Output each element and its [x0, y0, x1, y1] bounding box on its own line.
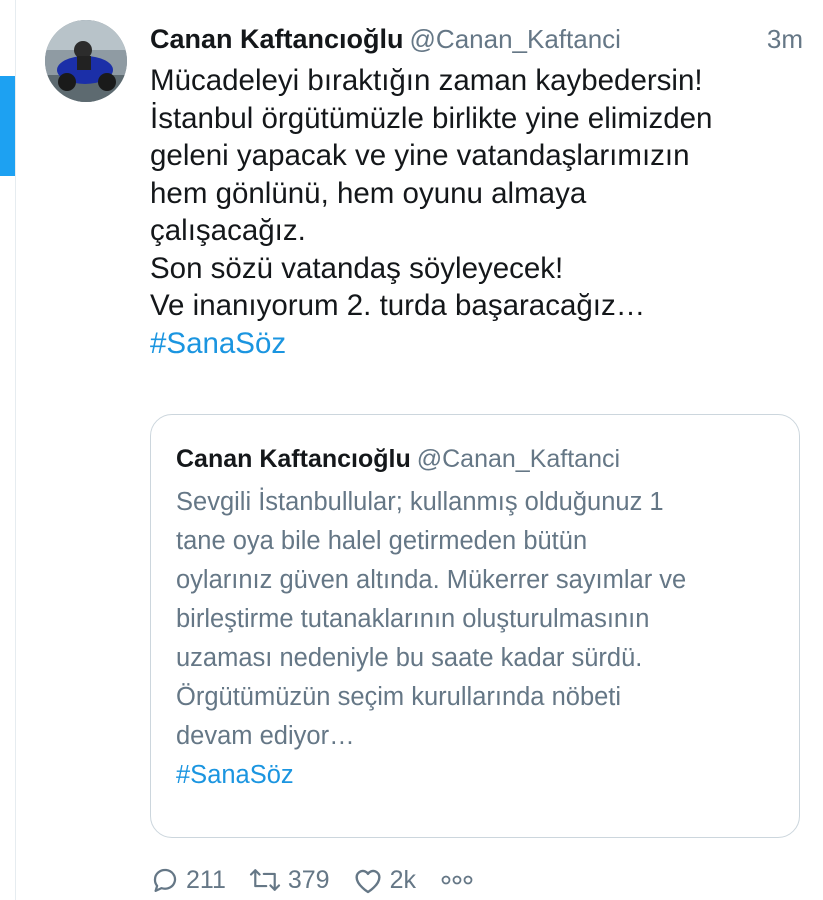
- quoted-line: oylarınız güven altında. Mükerrer sayıml…: [176, 566, 687, 594]
- reply-icon: [153, 868, 177, 892]
- more-options-button[interactable]: [440, 873, 474, 887]
- timeline-accent-bar: [0, 76, 15, 176]
- tweet-header: Canan Kaftancıoğlu @Canan_Kaftanci 3m: [150, 24, 803, 60]
- tweet-line: hem gönlünü, hem oyunu almaya: [150, 176, 587, 210]
- quoted-tweet-body: Sevgili İstanbullular; kullanmış olduğun…: [176, 483, 786, 795]
- tweet-line: Son sözü vatandaş söyleyecek!: [150, 251, 564, 285]
- quoted-line: uzaması nedeniyle bu saate kadar sürdü.: [176, 644, 643, 672]
- tweet-line: çalışacağız.: [150, 214, 306, 247]
- retweet-icon: [249, 869, 280, 891]
- tweet-hashtag-link[interactable]: #SanaSöz: [150, 325, 810, 363]
- tweet-line: Ve inanıyorum 2. turda başaracağız…: [150, 289, 646, 322]
- quoted-line: birleştirme tutanaklarının oluşturulması…: [176, 605, 650, 633]
- reply-button[interactable]: 211: [150, 865, 226, 895]
- quoted-line: Sevgili İstanbullular; kullanmış olduğun…: [176, 488, 664, 516]
- reply-count: 211: [186, 865, 226, 894]
- more-icon: [441, 875, 473, 885]
- like-count: 2k: [389, 865, 416, 894]
- quoted-line: tane oya bile halel getirmeden bütün: [176, 527, 588, 555]
- retweet-count: 379: [287, 865, 330, 894]
- tweet-body: Mücadeleyi bıraktığın zaman kaybedersin!…: [150, 62, 810, 362]
- tweet-line: İstanbul örgütümüzle birlikte yine elimi…: [150, 101, 713, 135]
- quoted-line: devam ediyor…: [176, 722, 355, 750]
- quoted-author-handle: @Canan_Kaftanci: [416, 445, 621, 473]
- timeline-divider: [15, 0, 16, 900]
- retweet-button[interactable]: 379: [248, 865, 330, 895]
- quoted-tweet-card[interactable]: Canan Kaftancıoğlu @Canan_Kaftanci Sevgil…: [150, 414, 800, 838]
- author-handle[interactable]: @Canan_Kaftanci: [410, 24, 621, 54]
- quoted-author-name: Canan Kaftancıoğlu: [176, 445, 411, 473]
- tweet-line: Mücadeleyi bıraktığın zaman kaybedersin!: [150, 64, 703, 97]
- avatar-image: [45, 20, 127, 102]
- author-name[interactable]: Canan Kaftancıoğlu: [150, 24, 404, 54]
- quoted-tweet-header: Canan Kaftancıoğlu @Canan_Kaftanci: [176, 445, 620, 474]
- tweet-timestamp[interactable]: 3m: [767, 24, 803, 55]
- quoted-hashtag-link[interactable]: #SanaSöz: [176, 756, 786, 795]
- heart-icon: [355, 869, 381, 894]
- tweet-line: geleni yapacak ve yine vatandaşlarımızın: [150, 139, 690, 172]
- avatar[interactable]: [45, 20, 127, 102]
- tweet-actions: 211 379 2k: [150, 860, 474, 900]
- like-button[interactable]: 2k: [352, 865, 416, 895]
- quoted-line: Örgütümüzün seçim kurullarında nöbeti: [176, 683, 622, 711]
